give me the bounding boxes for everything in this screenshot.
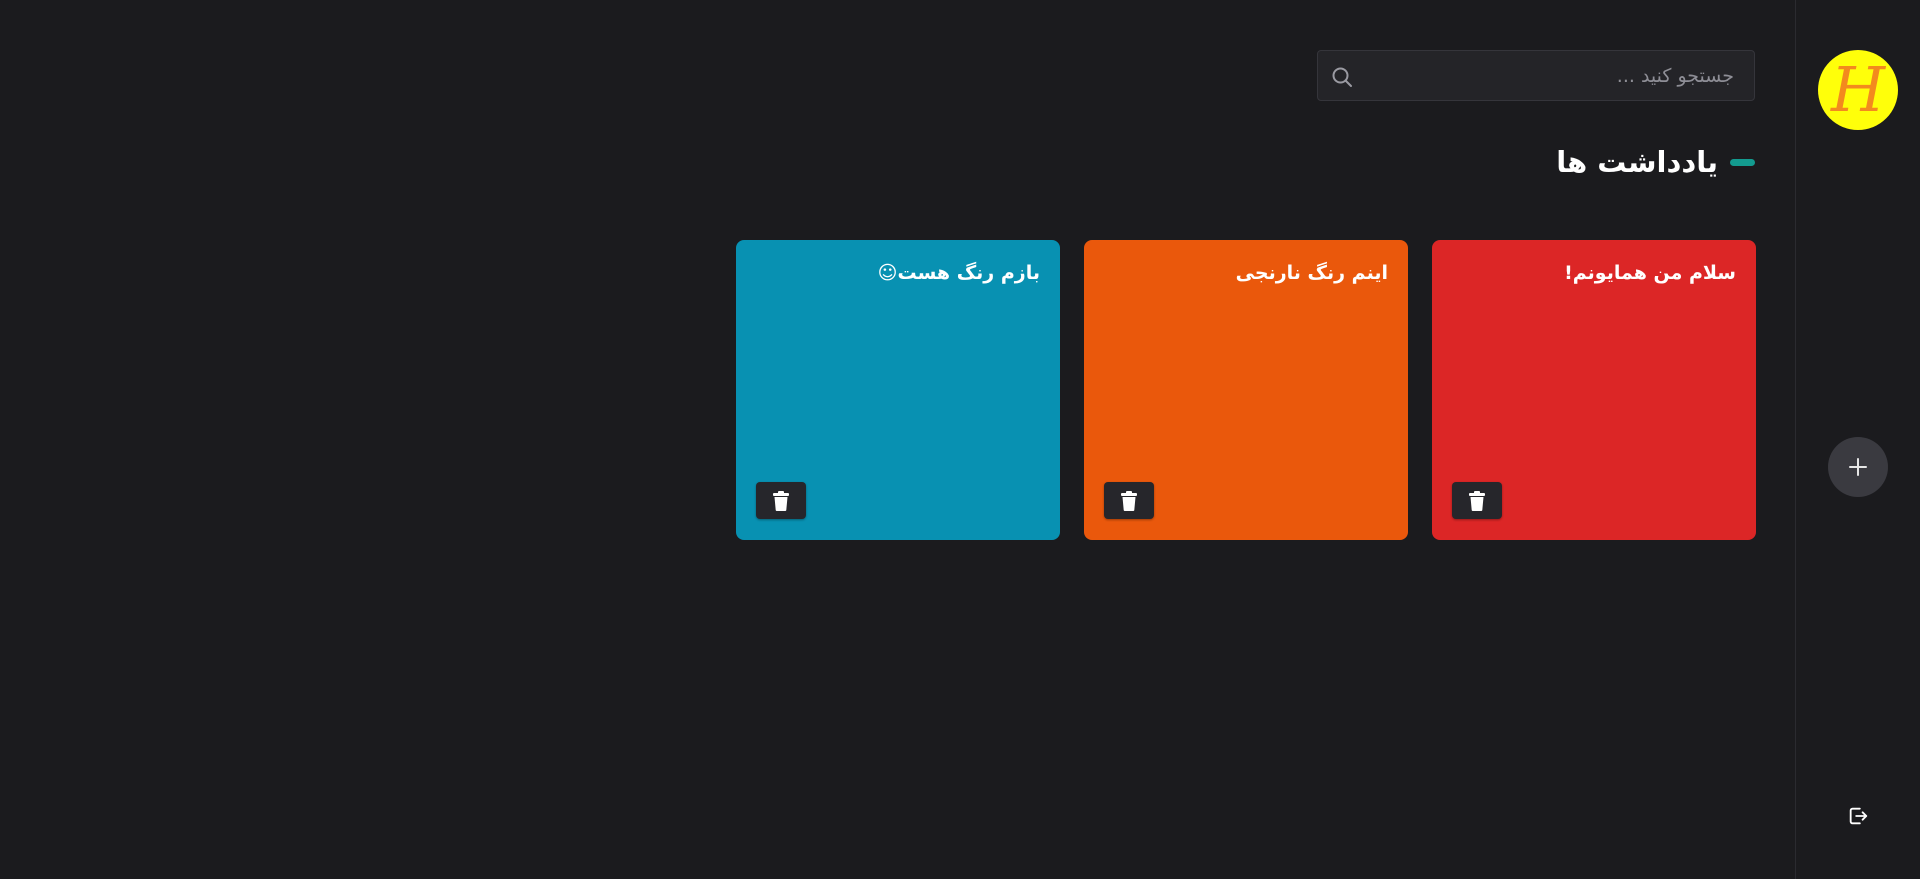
note-card[interactable]: اینم رنگ نارنجی — [1084, 240, 1408, 540]
logout-button[interactable] — [1846, 804, 1870, 828]
note-text[interactable]: بازم رنگ هست☺ — [756, 262, 1040, 284]
trash-icon — [1469, 490, 1485, 511]
note-card[interactable]: سلام من همایونم! — [1432, 240, 1756, 540]
avatar[interactable]: H — [1818, 50, 1898, 130]
search-box — [1317, 50, 1755, 101]
plus-icon — [1849, 458, 1867, 476]
title-accent-bar — [1730, 158, 1755, 166]
page-title: یادداشت ها — [1556, 145, 1755, 179]
logout-icon — [1849, 807, 1868, 825]
note-card[interactable]: بازم رنگ هست☺ — [736, 240, 1060, 540]
search-input[interactable] — [1358, 51, 1754, 100]
trash-icon — [1121, 490, 1137, 511]
note-text[interactable]: اینم رنگ نارنجی — [1104, 262, 1388, 284]
page-title-text: یادداشت ها — [1556, 145, 1718, 179]
delete-note-button[interactable] — [1452, 482, 1502, 519]
add-note-button[interactable] — [1828, 437, 1888, 497]
trash-icon — [773, 490, 789, 511]
delete-note-button[interactable] — [1104, 482, 1154, 519]
delete-note-button[interactable] — [756, 482, 806, 519]
notes-app: H یادداشت ها سل — [0, 0, 1920, 879]
sidebar: H — [1795, 0, 1920, 879]
search-icon[interactable] — [1330, 65, 1354, 89]
note-text[interactable]: سلام من همایونم! — [1452, 262, 1736, 284]
